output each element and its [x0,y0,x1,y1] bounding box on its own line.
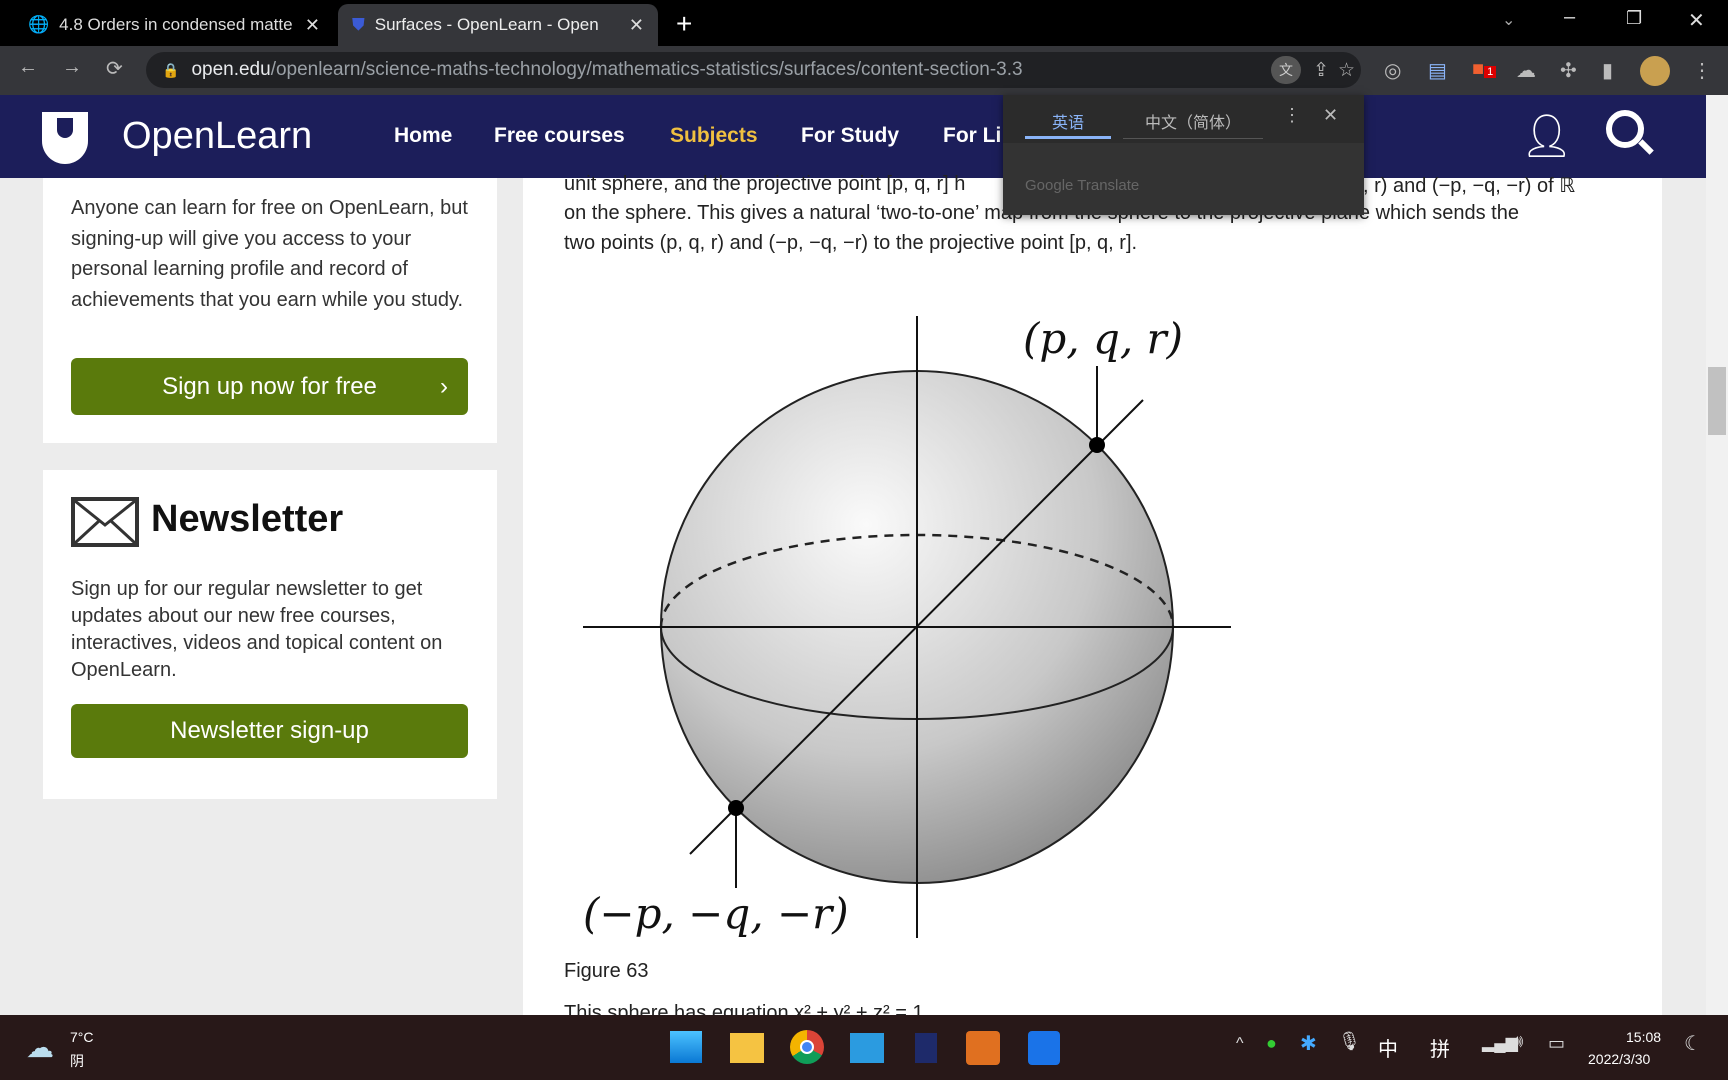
nav-for-life[interactable]: For Li [943,124,1001,148]
share-icon[interactable]: ⇪ [1313,59,1329,82]
chevron-right-icon: › [440,372,448,400]
translate-menu-icon[interactable]: ⋮ [1283,105,1301,126]
ime-mode[interactable]: 中 [1378,1033,1398,1062]
puzzle-icon[interactable]: ✣ [1560,58,1577,83]
newsletter-title: Newsletter [151,498,344,540]
tab-search-icon[interactable]: ⌄ [1502,10,1515,30]
lock-icon: 🔒 [162,61,180,78]
reload-button[interactable]: ⟳ [106,56,123,81]
cloud-extension-icon[interactable]: ☁ [1516,58,1536,83]
openlearn-shield-icon: ⛊ [352,15,365,34]
extension-icon[interactable]: ■ 1 [1472,58,1497,81]
mail-icon[interactable] [850,1033,884,1063]
side-panel-icon[interactable]: ▮ [1602,58,1613,83]
tab-surfaces[interactable]: ⛊ Surfaces - OpenLearn - Open ✕ [338,4,658,46]
restore-button[interactable]: ❐ [1626,8,1642,29]
translate-icon[interactable]: 文 [1271,56,1301,84]
app-icon[interactable] [915,1033,937,1063]
clock-date[interactable]: 2022/3/30 [1588,1051,1650,1067]
close-tab-icon[interactable]: ✕ [629,15,644,36]
scrollbar-thumb[interactable] [1708,367,1726,435]
file-explorer-icon[interactable] [730,1033,764,1063]
article-line: , r) and (−p, −q, −r) of ℝ [1363,175,1576,197]
forward-button[interactable]: → [62,56,82,79]
signup-card: Anyone can learn for free on OpenLearn, … [43,178,497,443]
google-translate-brand: Google Translate [1025,177,1140,194]
search-icon[interactable] [1606,110,1654,155]
sphere-figure: (p, q, r) (−p, −q, −r) [583,314,1231,938]
app-icon[interactable] [1028,1031,1060,1065]
newsletter-card: Newsletter Sign up for our regular newsl… [43,470,497,799]
globe-icon: 🌐 [28,15,50,34]
menu-icon[interactable]: ⋮ [1692,58,1712,83]
article-line: unit sphere, and the projective point [p… [564,173,966,195]
profile-avatar[interactable] [1640,56,1670,86]
microphone-icon[interactable]: 🎙︎ [1338,1031,1361,1052]
translate-tab-target[interactable]: 中文（简体） [1123,109,1263,139]
nav-home[interactable]: Home [394,124,452,148]
url-bar[interactable]: 🔒 open.edu/openlearn/science-maths-techno… [146,52,1361,88]
figure-caption: Figure 63 [564,960,649,982]
cloudy-weather-icon: ☁ [26,1032,54,1063]
signup-button[interactable]: Sign up now for free › [71,358,468,415]
nav-for-study[interactable]: For Study [801,124,899,148]
back-button[interactable]: ← [18,56,38,79]
signup-text: Anyone can learn for free on OpenLearn, … [71,197,468,311]
clock-time[interactable]: 15:08 [1626,1029,1661,1045]
newsletter-text: Sign up for our regular newsletter to ge… [71,578,443,681]
extension-icon[interactable]: ◎ [1384,58,1401,83]
volume-icon[interactable]: 🔊︎ [1512,1031,1523,1052]
ime-pinyin[interactable]: 拼 [1430,1033,1450,1062]
document-extension-icon[interactable]: ▤ [1428,58,1447,83]
envelope-icon [71,497,139,547]
label-pqr: (p, q, r) [1023,314,1183,363]
taskbar: ☁ 7°C 阴 ^ ● ✱ 🎙︎ 中 拼 ▂▄▆ 🔊︎ ▭ 15:08 2022… [0,1015,1728,1080]
translate-tab-source[interactable]: 英语 [1025,109,1111,139]
close-window-button[interactable]: ✕ [1688,8,1705,33]
minimize-button[interactable]: – [1564,6,1575,29]
start-button[interactable] [670,1031,702,1063]
point-neg-pqr [728,800,744,816]
article-line: two points (p, q, r) and (−p, −q, −r) to… [564,232,1138,254]
nav-subjects[interactable]: Subjects [670,124,758,148]
close-tab-icon[interactable]: ✕ [305,15,320,36]
translate-close-icon[interactable]: ✕ [1323,105,1338,126]
scrollbar[interactable] [1706,95,1728,1015]
google-translate-popup: 英语 中文（简体） ⋮ ✕ Google Translate [1003,95,1364,215]
newsletter-signup-button[interactable]: Newsletter sign-up [71,704,468,758]
bluetooth-icon[interactable]: ✱ [1300,1031,1317,1056]
battery-icon[interactable]: ▭ [1548,1033,1565,1054]
weather-temp: 7°C [70,1029,94,1045]
site-logo[interactable]: OpenLearn [122,115,312,158]
new-tab-button[interactable]: + [676,8,692,40]
label-neg-pqr: (−p, −q, −r) [583,889,849,938]
tab-bar: 🌐 4.8 Orders in condensed matte ✕ ⛊ Surface… [0,0,1728,46]
chrome-icon[interactable] [790,1030,824,1064]
openlearn-logo-icon [42,112,88,164]
weather-condition: 阴 [70,1053,84,1069]
pdf-app-icon[interactable] [966,1031,1000,1065]
user-icon[interactable]: 👤︎ [1520,112,1573,161]
point-pqr [1089,437,1105,453]
tray-chevron-icon[interactable]: ^ [1236,1035,1244,1053]
focus-moon-icon[interactable]: ☾ [1684,1031,1702,1056]
article-content: unit sphere, and the projective point [p… [523,173,1662,1024]
tab-orders[interactable]: 🌐 4.8 Orders in condensed matte ✕ [14,4,334,46]
nav-free-courses[interactable]: Free courses [494,124,625,148]
wechat-icon[interactable]: ● [1266,1033,1277,1054]
bookmark-star-icon[interactable]: ☆ [1338,59,1355,82]
